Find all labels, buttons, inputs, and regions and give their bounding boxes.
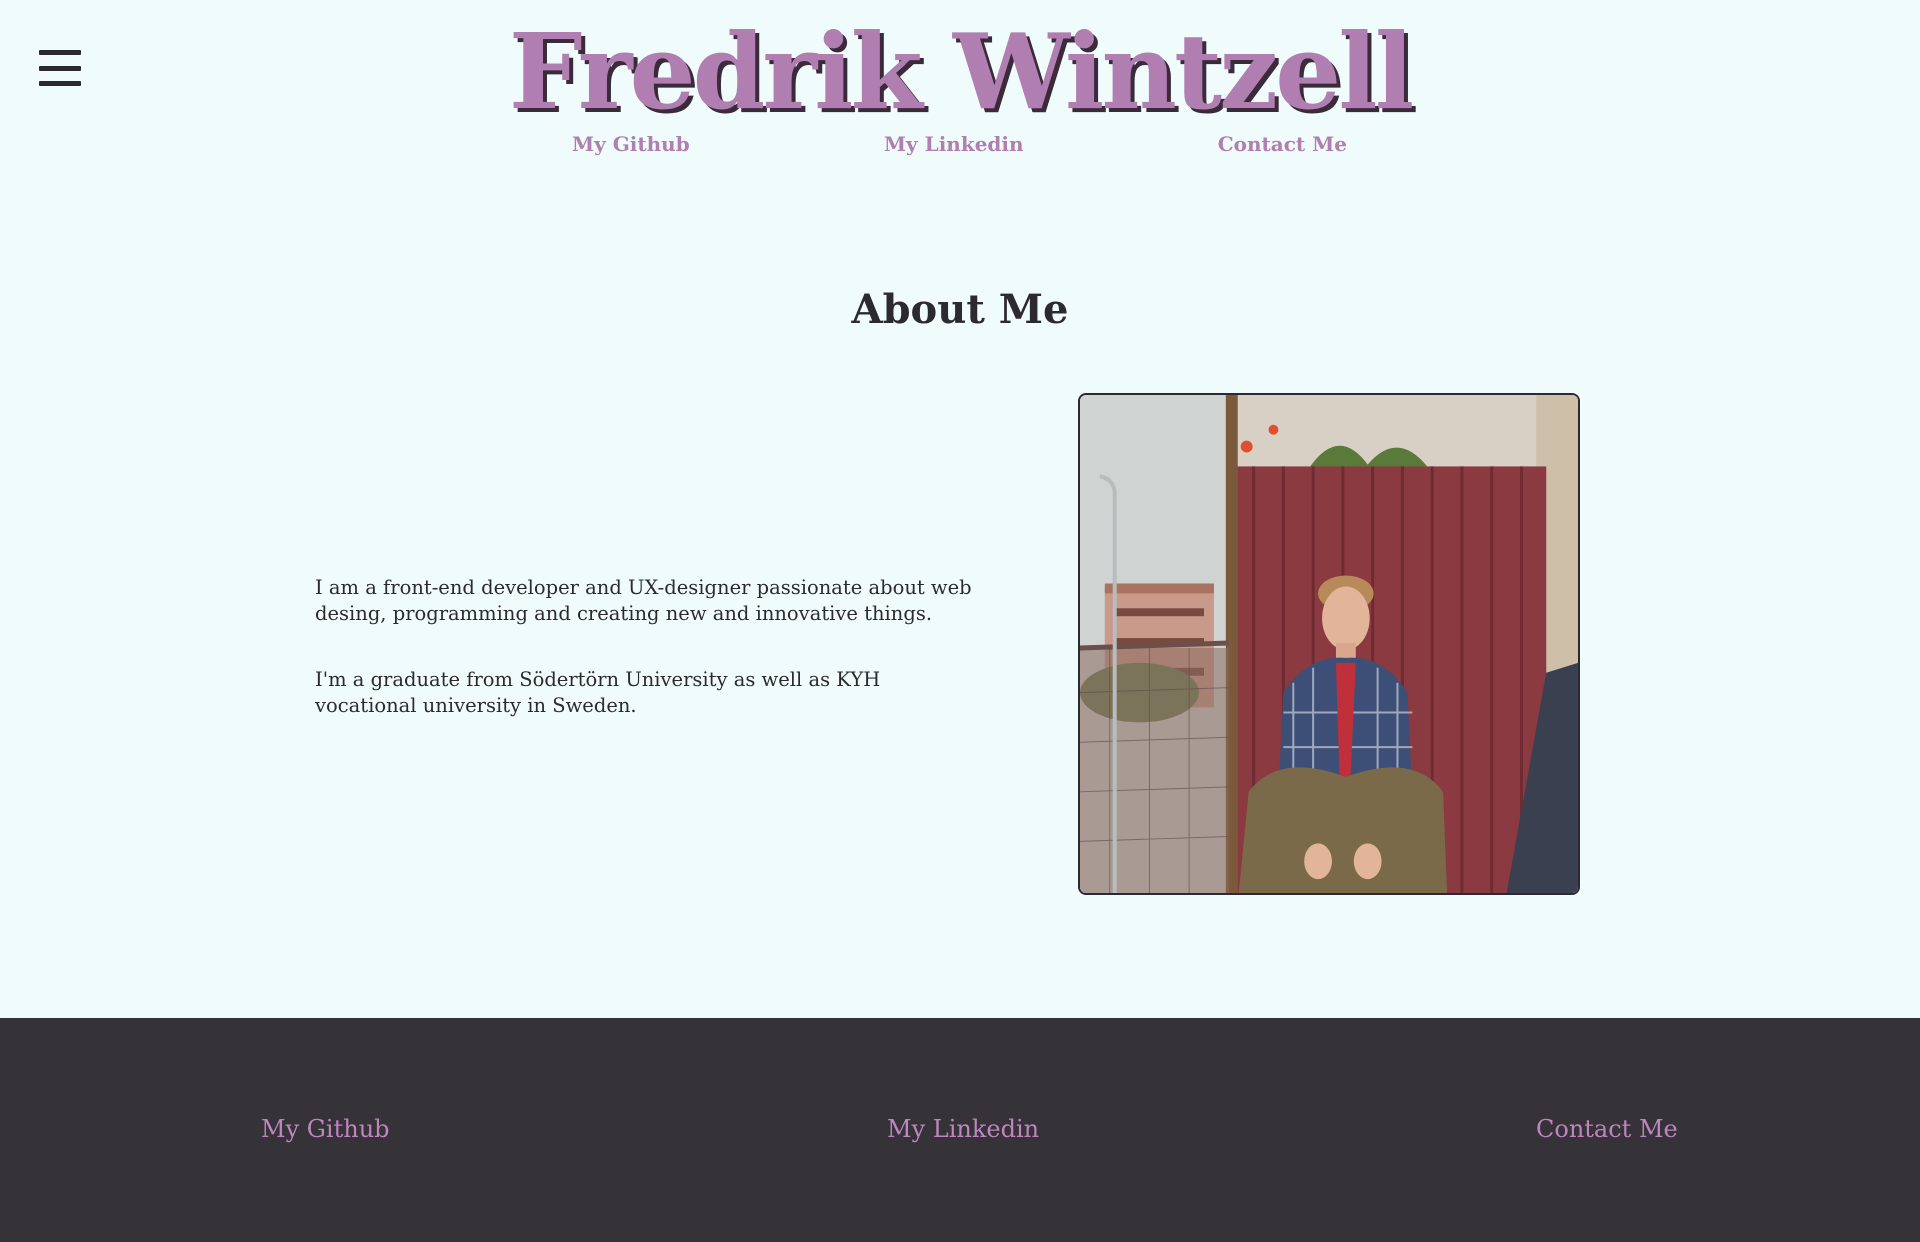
footer-contact-link[interactable]: Contact Me (1536, 1115, 1678, 1143)
nav-contact-link[interactable]: Contact Me (1218, 132, 1347, 156)
about-text: I am a front-end developer and UX-design… (315, 575, 975, 759)
nav-linkedin-link[interactable]: My Linkedin (884, 132, 1024, 156)
site-title: Fredrik Wintzell (508, 10, 1415, 133)
about-paragraph: I am a front-end developer and UX-design… (315, 576, 972, 625)
nav-github-link[interactable]: My Github (572, 132, 690, 156)
about-paragraph: I'm a graduate from Södertörn University… (315, 668, 881, 717)
footer-github-link[interactable]: My Github (261, 1115, 390, 1143)
profile-photo (1078, 393, 1580, 895)
top-nav: My Github My Linkedin Contact Me (572, 132, 1347, 156)
footer: My Github My Linkedin Contact Me (0, 1018, 1920, 1242)
profile-photo-illustration (1080, 395, 1578, 893)
about-heading: About Me (851, 286, 1069, 333)
page: Fredrik Wintzell My Github My Linkedin C… (0, 0, 1920, 1242)
footer-linkedin-link[interactable]: My Linkedin (887, 1115, 1039, 1143)
